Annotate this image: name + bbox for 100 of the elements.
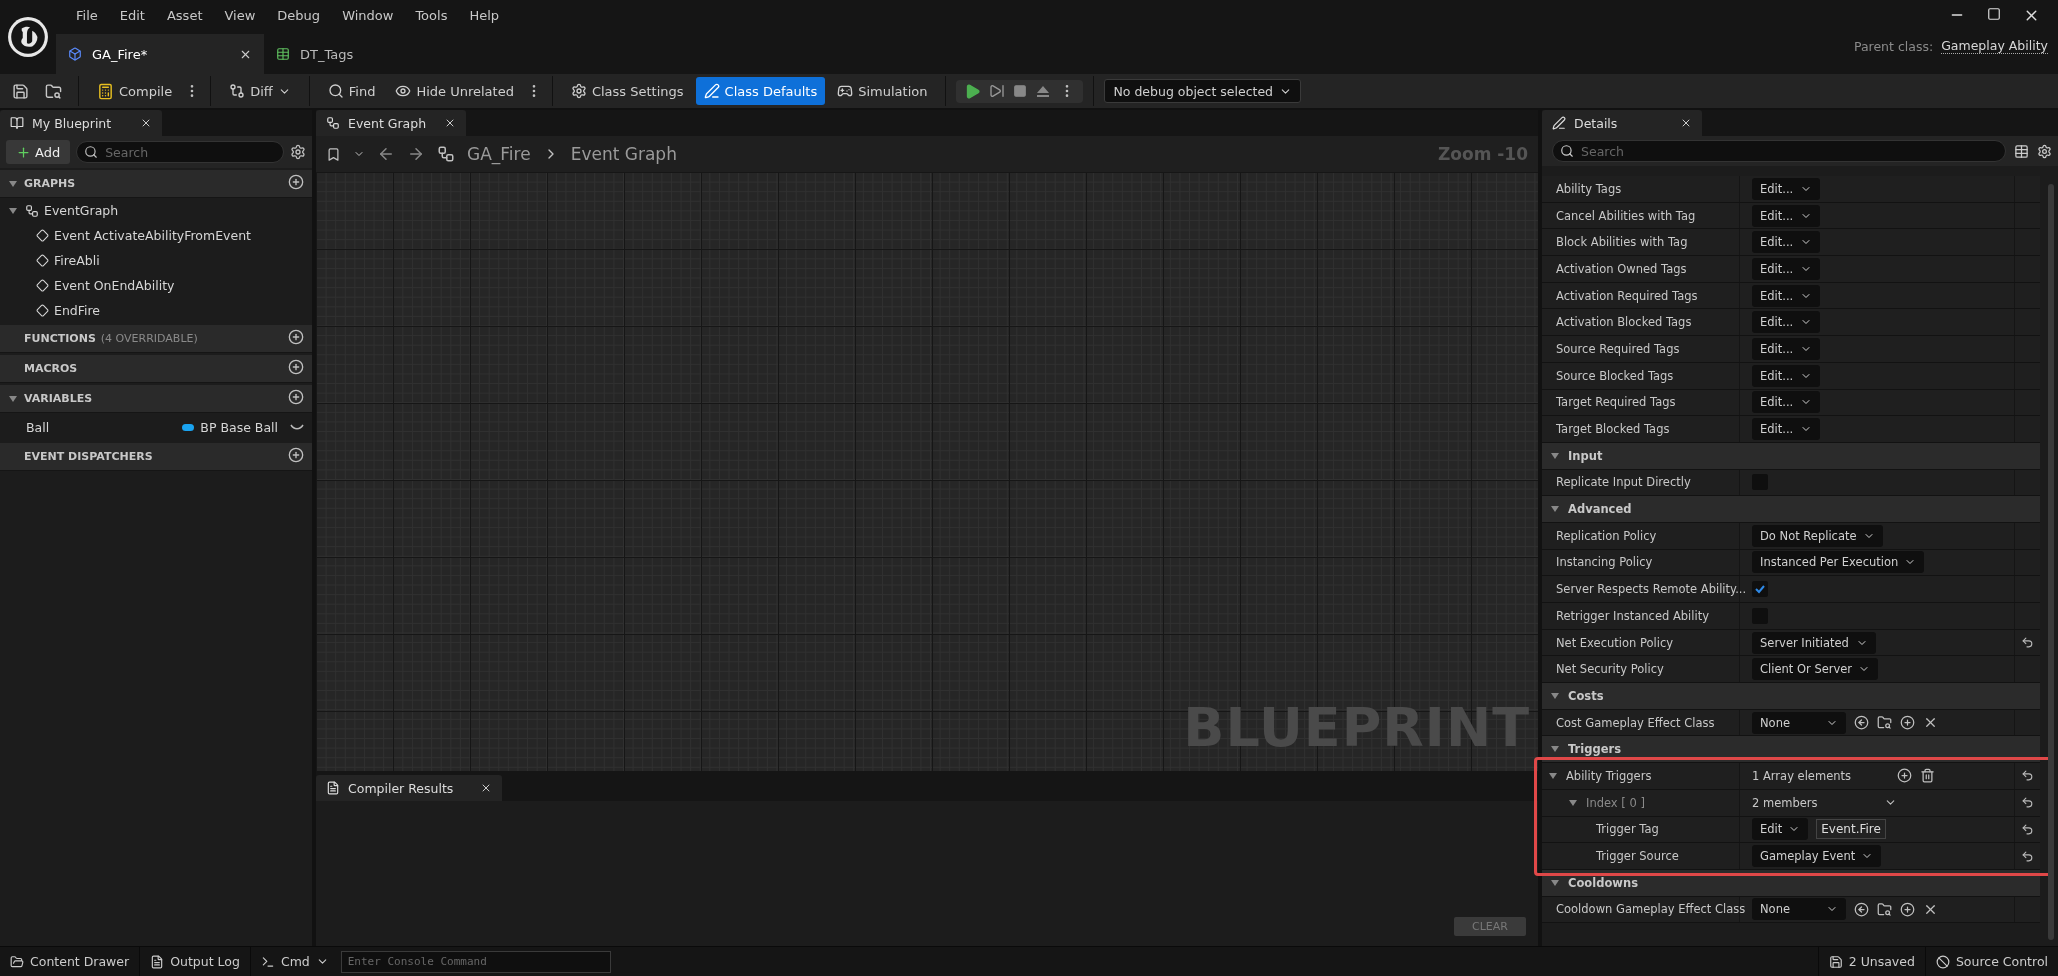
play-icon[interactable] (964, 82, 982, 100)
category-header[interactable]: Costs (1568, 688, 1604, 703)
trash-icon[interactable] (1920, 768, 1935, 784)
category-header[interactable]: Advanced (1568, 502, 1632, 517)
close-icon[interactable] (444, 117, 456, 129)
document-tab[interactable]: DT_Tags (264, 34, 444, 74)
category-header[interactable]: Triggers (1568, 742, 1621, 757)
source-control-button[interactable]: Source Control (1955, 954, 2048, 969)
edit-dropdown[interactable]: Edit (1752, 818, 1809, 841)
menu-item[interactable]: Debug (267, 7, 331, 23)
add-icon[interactable] (1900, 901, 1915, 917)
class-picker[interactable]: None (1752, 898, 1846, 921)
menu-item[interactable]: Edit (109, 7, 155, 23)
section-title[interactable]: GRAPHS (24, 177, 76, 190)
reset-arrow-icon[interactable] (2021, 769, 2034, 783)
diff-button[interactable]: Diff (221, 77, 299, 105)
console-input[interactable]: Enter Console Command (340, 950, 611, 973)
forward-arrow-icon[interactable] (407, 145, 425, 163)
content-drawer-button[interactable]: Content Drawer (30, 954, 130, 969)
class-defaults-button[interactable]: Class Defaults (695, 77, 826, 105)
section-title[interactable]: FUNCTIONS (24, 332, 96, 345)
close-icon[interactable] (140, 117, 152, 129)
combo-box[interactable]: Gameplay Event (1752, 845, 1882, 868)
combo-box[interactable]: Do Not Replicate (1752, 524, 1883, 547)
reset-arrow-icon[interactable] (2021, 849, 2034, 863)
simulation-button[interactable]: Simulation (829, 77, 936, 105)
combo-box[interactable]: Server Initiated (1752, 631, 1876, 654)
class-settings-button[interactable]: Class Settings (562, 77, 692, 105)
reset-arrow-icon[interactable] (2021, 796, 2034, 810)
variable-name[interactable]: Ball (26, 419, 50, 435)
panel-tab[interactable]: Event Graph (316, 110, 466, 136)
reset-arrow-icon[interactable] (2021, 636, 2034, 650)
close-icon[interactable] (1680, 117, 1692, 129)
event-item[interactable]: Event OnEndAbility (54, 278, 175, 293)
edit-dropdown[interactable]: Edit... (1752, 284, 1820, 307)
combo-box[interactable]: Instanced Per Execution (1752, 551, 1925, 574)
edit-dropdown[interactable]: Edit... (1752, 418, 1820, 441)
checkbox[interactable] (1752, 581, 1768, 598)
edit-dropdown[interactable]: Edit... (1752, 177, 1820, 200)
engine-logo[interactable] (7, 16, 49, 58)
scrollbar[interactable] (2048, 184, 2054, 940)
breadcrumb-item[interactable]: Event Graph (570, 144, 677, 164)
panel-tab[interactable]: My Blueprint (0, 110, 162, 136)
reset-arrow-icon[interactable] (2021, 822, 2034, 836)
menu-item[interactable]: Help (459, 7, 510, 23)
add-element-icon[interactable] (1897, 768, 1912, 784)
class-picker[interactable]: None (1752, 711, 1846, 734)
add-button[interactable]: Add (6, 140, 71, 164)
table-icon[interactable] (2014, 143, 2029, 159)
edit-dropdown[interactable]: Edit... (1752, 311, 1820, 334)
document-tab[interactable]: GA_Fire* (56, 34, 264, 74)
find-button[interactable]: Find (319, 77, 384, 105)
add-circle-icon[interactable] (288, 446, 304, 463)
unsaved-button[interactable]: 2 Unsaved (1848, 954, 1915, 969)
step-icon[interactable] (989, 83, 1006, 99)
panel-tab[interactable]: Details (1542, 110, 1702, 136)
section-title[interactable]: MACROS (24, 362, 78, 375)
add-circle-icon[interactable] (288, 358, 304, 375)
category-header[interactable]: Cooldowns (1568, 875, 1638, 890)
compile-button[interactable]: Compile (89, 77, 181, 105)
browse-folder-icon[interactable] (1877, 901, 1892, 917)
panel-tab[interactable]: Compiler Results (316, 775, 502, 801)
section-title[interactable]: EVENT DISPATCHERS (24, 450, 153, 463)
edit-dropdown[interactable]: Edit... (1752, 337, 1820, 360)
use-selected-icon[interactable] (1854, 715, 1869, 731)
add-circle-icon[interactable] (288, 173, 304, 190)
event-item[interactable]: EndFire (54, 303, 101, 318)
search-field[interactable]: Search (76, 141, 284, 163)
search-field[interactable]: Search (1552, 140, 2006, 162)
use-selected-icon[interactable] (1854, 901, 1869, 917)
menu-item[interactable]: Asset (156, 7, 213, 23)
menu-item[interactable]: File (66, 7, 108, 23)
debug-object-dropdown[interactable]: No debug object selected (1104, 79, 1302, 103)
hide-unrelated-button[interactable]: Hide Unrelated (387, 77, 522, 105)
edit-dropdown[interactable]: Edit... (1752, 391, 1820, 414)
output-log-button[interactable]: Output Log (170, 954, 240, 969)
cmd-dropdown[interactable]: Cmd (280, 954, 310, 969)
edit-dropdown[interactable]: Edit... (1752, 257, 1820, 280)
event-item[interactable]: FireAbli (54, 253, 100, 268)
add-circle-icon[interactable] (288, 328, 304, 345)
add-circle-icon[interactable] (288, 388, 304, 405)
bookmark-icon[interactable] (326, 146, 341, 162)
edit-dropdown[interactable]: Edit... (1752, 364, 1820, 387)
stop-icon[interactable] (1013, 84, 1028, 98)
close-icon[interactable] (480, 782, 492, 794)
browse-folder-icon[interactable] (1877, 715, 1892, 731)
edit-dropdown[interactable]: Edit... (1752, 231, 1820, 254)
graph-item[interactable]: EventGraph (44, 203, 119, 218)
settings-icon[interactable] (290, 144, 306, 160)
edit-dropdown[interactable]: Edit... (1752, 204, 1820, 227)
closed-eye-icon[interactable] (290, 423, 304, 432)
event-item[interactable]: Event ActivateAbilityFromEvent (54, 228, 251, 243)
parent-class-link[interactable]: Gameplay Ability (1941, 38, 2048, 54)
add-icon[interactable] (1900, 715, 1915, 731)
breadcrumb-item[interactable]: GA_Fire (467, 144, 531, 164)
settings-icon[interactable] (2037, 143, 2052, 159)
combo-box[interactable]: Client Or Server (1752, 658, 1879, 681)
menu-item[interactable]: View (214, 7, 266, 23)
menu-item[interactable]: Tools (405, 7, 458, 23)
section-title[interactable]: VARIABLES (24, 392, 93, 405)
